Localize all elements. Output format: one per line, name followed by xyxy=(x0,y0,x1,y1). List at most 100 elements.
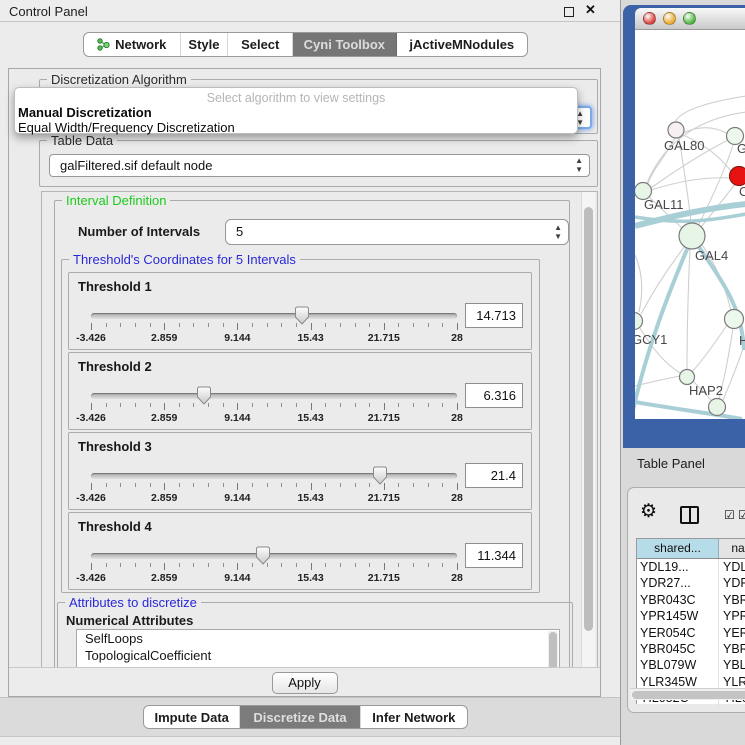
table-cell[interactable]: YER0 xyxy=(719,625,745,641)
tab-network[interactable]: Network xyxy=(84,33,181,56)
thresholds-group: Threshold's Coordinates for 5 Intervals … xyxy=(61,259,540,593)
table-row[interactable]: YPR145WYPR1 xyxy=(637,608,745,624)
table-hscrollbar-thumb[interactable] xyxy=(632,691,745,699)
settings-scrollpane: Interval Definition Number of Intervals … xyxy=(41,191,598,668)
node-label: H xyxy=(739,333,745,348)
popup-option-equal-width[interactable]: Equal Width/Frequency Discretization xyxy=(18,120,235,135)
settings-scrollbar[interactable] xyxy=(581,192,595,667)
panel-title: Control Panel xyxy=(9,4,88,19)
gear-icon[interactable]: ⚙ xyxy=(640,502,657,521)
slider-tick-labels: -3.4262.8599.14415.4321.71528 xyxy=(91,412,457,425)
table-cell[interactable]: YBL0 xyxy=(719,657,745,673)
network-node-h[interactable] xyxy=(725,310,744,329)
numerical-attributes-label: Numerical Attributes xyxy=(66,613,193,628)
table-cell[interactable]: YER054C xyxy=(637,625,719,641)
close-traffic-light[interactable] xyxy=(643,12,656,25)
node-label: GAL11 xyxy=(644,197,684,212)
zoom-traffic-light[interactable] xyxy=(683,12,696,25)
network-node-gal4[interactable] xyxy=(679,223,705,249)
slider-track[interactable] xyxy=(91,553,457,559)
checkbox-icon[interactable]: ☑ xyxy=(738,509,745,521)
apply-strip: Apply xyxy=(9,667,600,696)
table-cell[interactable]: YBR0 xyxy=(719,592,745,608)
tab-cyni-label: Cyni Toolbox xyxy=(304,37,385,52)
minimize-traffic-light[interactable] xyxy=(663,12,676,25)
table-data-title: Table Data xyxy=(47,133,117,148)
table-cell[interactable]: YBR043C xyxy=(637,592,719,608)
checkbox-icon[interactable]: ☑ xyxy=(724,509,735,521)
table-cell[interactable]: YBR0 xyxy=(719,641,745,657)
tab-cyni-toolbox[interactable]: Cyni Toolbox xyxy=(293,33,397,56)
close-icon[interactable]: ✕ xyxy=(585,2,596,18)
list-item[interactable]: SelfLoops xyxy=(77,630,559,647)
split-columns-icon[interactable] xyxy=(680,506,699,524)
threshold-4-slider[interactable]: -3.4262.8599.14415.4321.71528 xyxy=(91,553,457,587)
threshold-4-value[interactable]: 11.344 xyxy=(465,543,523,568)
apply-button[interactable]: Apply xyxy=(272,672,338,694)
network-node[interactable] xyxy=(709,399,726,416)
node-table: shared... na YDL19...YDL1YDR27...YDR2YBR… xyxy=(636,538,745,704)
threshold-1-value[interactable]: 14.713 xyxy=(465,303,523,328)
tab-select[interactable]: Select xyxy=(228,33,293,56)
screen: Control Panel ✕ Network Style Select Cyn… xyxy=(0,0,745,745)
tab-style[interactable]: Style xyxy=(181,33,229,56)
table-cell[interactable]: YPR1 xyxy=(719,608,745,624)
table-panel: ⚙ ☑ ☑ shared... na YDL19...YDL1YDR27...Y… xyxy=(627,487,745,713)
number-of-intervals-spinner[interactable]: 5 ▲▼ xyxy=(225,219,569,245)
table-cell[interactable]: YBL079W xyxy=(637,657,719,673)
tab-jactivemnodules[interactable]: jActiveMNodules xyxy=(397,33,527,56)
float-window-icon[interactable] xyxy=(564,7,574,17)
network-node-gal80[interactable] xyxy=(668,122,684,138)
popup-option-manual-discretization[interactable]: Manual Discretization xyxy=(18,105,152,120)
list-scrollbar[interactable] xyxy=(548,631,558,668)
threshold-2-slider[interactable]: -3.4262.8599.14415.4321.71528 xyxy=(91,393,457,427)
table-cell[interactable]: YBR045C xyxy=(637,641,719,657)
node-label: GCY1 xyxy=(635,332,667,347)
table-cell[interactable]: YPR145W xyxy=(637,608,719,624)
tab-impute-data[interactable]: Impute Data xyxy=(144,706,240,728)
slider-track[interactable] xyxy=(91,393,457,399)
table-cell[interactable]: YDR27... xyxy=(637,575,719,591)
table-row[interactable]: YER054CYER0 xyxy=(637,625,745,641)
table-cell[interactable]: YDR2 xyxy=(719,575,745,591)
settings-scrollbar-thumb[interactable] xyxy=(584,207,593,631)
column-header-name[interactable]: na xyxy=(719,539,745,558)
table-data-combobox[interactable]: galFiltered.sif default node ▲▼ xyxy=(49,154,590,177)
slider-track[interactable] xyxy=(91,473,457,479)
node-label: GAL80 xyxy=(664,138,704,153)
tab-discretize-data[interactable]: Discretize Data xyxy=(240,706,360,728)
table-row[interactable]: YBR045CYBR0 xyxy=(637,641,745,657)
table-row[interactable]: YBR043CYBR0 xyxy=(637,592,745,608)
table-cell[interactable]: YDL1 xyxy=(719,559,745,575)
column-header-shared-name[interactable]: shared... xyxy=(637,539,719,558)
table-hscrollbar[interactable] xyxy=(630,688,745,700)
threshold-3-slider[interactable]: -3.4262.8599.14415.4321.71528 xyxy=(91,473,457,507)
table-row[interactable]: YBL079WYBL0 xyxy=(637,657,745,673)
popup-hint: Select algorithm to view settings xyxy=(15,91,577,105)
threshold-2-value[interactable]: 6.316 xyxy=(465,383,523,408)
interval-definition-group: Interval Definition Number of Intervals … xyxy=(54,200,570,668)
slider-track[interactable] xyxy=(91,313,457,319)
threshold-4-panel: Threshold 4 -3.4262.8599.14415.4321.7152… xyxy=(68,512,532,590)
network-canvas[interactable]: GAL80GACGAL11GAL4GCY1HHAP2 xyxy=(635,30,745,419)
combo-arrows-icon: ▲▼ xyxy=(575,156,583,174)
slider-ticks xyxy=(91,323,457,331)
list-item[interactable]: TopologicalCoefficient xyxy=(77,647,559,664)
threshold-1-slider[interactable]: -3.4262.8599.14415.4321.71528 xyxy=(91,313,457,347)
network-node[interactable] xyxy=(730,167,745,186)
table-header-row: shared... na xyxy=(637,539,745,559)
tab-select-label: Select xyxy=(241,37,279,52)
node-label: C xyxy=(739,184,745,199)
network-graph: GAL80GACGAL11GAL4GCY1HHAP2 xyxy=(635,30,745,419)
tab-discretize-label: Discretize Data xyxy=(253,710,346,725)
numerical-attributes-list[interactable]: SelfLoopsTopologicalCoefficientBetweenne… xyxy=(76,629,560,668)
right-column: GAL80GACGAL11GAL4GCY1HHAP2 Table Panel ⚙… xyxy=(620,0,745,745)
threshold-3-value[interactable]: 21.4 xyxy=(465,463,523,488)
spinner-arrows-icon: ▲▼ xyxy=(554,223,562,241)
table-row[interactable]: YDL19...YDL1 xyxy=(637,559,745,575)
network-node-gcy1[interactable] xyxy=(635,313,643,330)
table-cell[interactable]: YDL19... xyxy=(637,559,719,575)
table-row[interactable]: YDR27...YDR2 xyxy=(637,575,745,591)
tab-infer-network[interactable]: Infer Network xyxy=(361,706,467,728)
list-scrollbar-thumb[interactable] xyxy=(549,632,557,668)
